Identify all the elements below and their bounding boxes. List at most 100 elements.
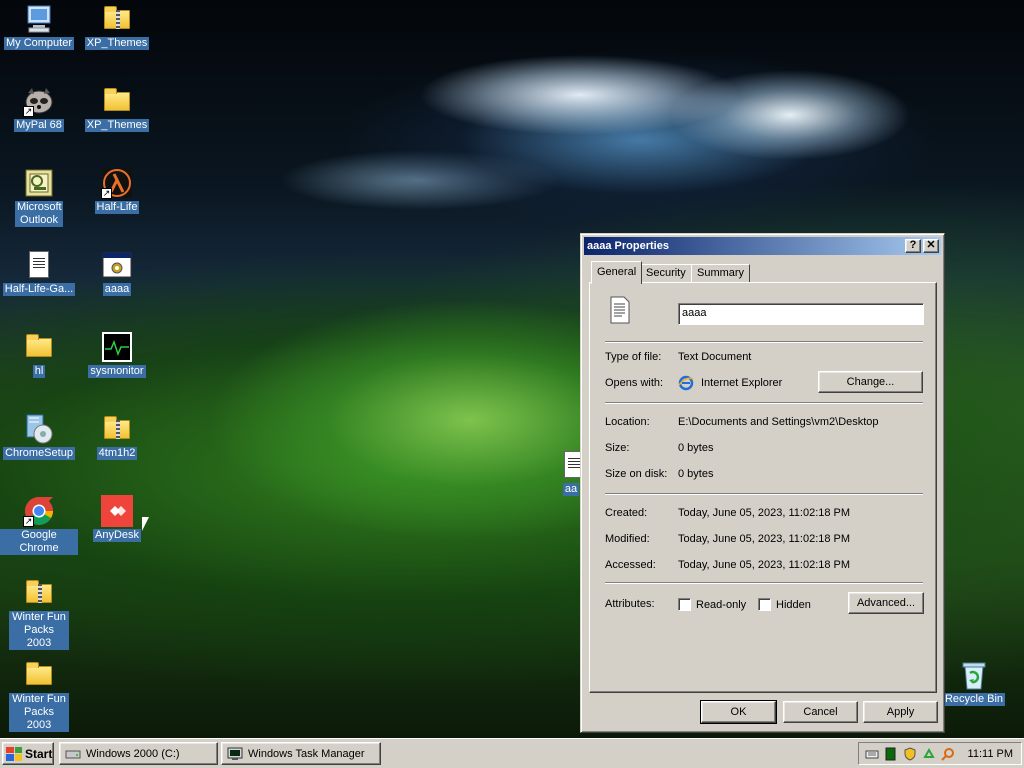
filename-input[interactable]: aaaa <box>678 303 924 325</box>
desktop-icon-winter-fun-folder[interactable]: Winter Fun Packs 2003 <box>0 659 78 732</box>
desktop-icon-4tm1h2[interactable]: 4tm1h2 <box>78 413 156 460</box>
task-manager-icon <box>227 747 243 761</box>
location-value: E:\Documents and Settings\vm2\Desktop <box>678 416 879 428</box>
desktop-icon-half-life[interactable]: ↗ Half-Life <box>78 167 156 214</box>
desktop[interactable]: My Computer ↗ MyPal 68 Microsoft Outlook… <box>0 0 1024 738</box>
type-of-file-label: Type of file: <box>605 351 662 363</box>
zip-folder-icon <box>23 577 55 609</box>
desktop-icon-xp-themes-folder[interactable]: XP_Themes <box>78 85 156 132</box>
ok-button[interactable]: OK <box>700 700 777 724</box>
desktop-icon-label: ChromeSetup <box>3 447 75 460</box>
installer-icon <box>23 413 55 445</box>
keyboard-icon[interactable] <box>865 747 879 761</box>
sysmonitor-icon <box>101 331 133 363</box>
desktop-icon-outlook[interactable]: Microsoft Outlook <box>0 167 78 227</box>
desktop-icon-google-chrome[interactable]: ↗ Google Chrome <box>0 495 78 555</box>
task-windows-2000-drive[interactable]: Windows 2000 (C:) <box>59 742 218 765</box>
dialog-titlebar[interactable]: aaaa Properties ? ✕ <box>584 237 941 255</box>
recycle-tray-icon[interactable] <box>922 747 936 761</box>
hidden-label[interactable]: Hidden <box>776 599 811 611</box>
app-window-icon <box>101 249 133 281</box>
folder-icon <box>23 659 55 691</box>
mypal-raccoon-icon: ↗ <box>23 85 55 117</box>
desktop-icon-hl[interactable]: hl <box>0 331 78 378</box>
desktop-icon-label: My Computer <box>3 37 75 50</box>
chrome-icon: ↗ <box>23 495 55 527</box>
divider <box>605 582 923 584</box>
type-of-file-value: Text Document <box>678 351 752 363</box>
zip-folder-icon <box>101 413 133 445</box>
created-label: Created: <box>605 507 648 519</box>
advanced-button[interactable]: Advanced... <box>848 592 924 614</box>
text-document-icon <box>610 296 630 324</box>
desktop-icon-mypal[interactable]: ↗ MyPal 68 <box>0 85 78 132</box>
half-life-lambda-icon: ↗ <box>101 167 133 199</box>
clock[interactable]: 11:11 PM <box>968 748 1013 760</box>
desktop-icon-aa-partial[interactable]: aa <box>560 449 582 496</box>
windows-logo-icon <box>6 746 22 761</box>
desktop-icon-label: Half-Life <box>94 201 140 214</box>
mouse-cursor-icon <box>142 517 149 531</box>
read-only-label[interactable]: Read-only <box>696 599 746 611</box>
general-panel: aaaa Type of file: Text Document Opens w… <box>589 282 937 693</box>
read-only-checkbox[interactable] <box>678 598 691 611</box>
opens-with-label: Opens with: <box>605 377 664 389</box>
text-document-icon <box>23 249 55 281</box>
desktop-icon-label: Winter Fun Packs 2003 <box>9 611 69 650</box>
desktop-icon-half-life-game[interactable]: Half-Life-Ga... <box>0 249 78 296</box>
desktop-icon-label: aa <box>562 483 580 496</box>
location-label: Location: <box>605 416 650 428</box>
task-windows-task-manager[interactable]: Windows Task Manager <box>221 742 381 765</box>
created-value: Today, June 05, 2023, 11:02:18 PM <box>678 507 851 519</box>
desktop-icon-label: sysmonitor <box>88 365 146 378</box>
close-button[interactable]: ✕ <box>923 239 939 253</box>
accessed-value: Today, June 05, 2023, 11:02:18 PM <box>678 559 851 571</box>
desktop-icon-xp-themes-zip[interactable]: XP_Themes <box>78 3 156 50</box>
dialog-title: aaaa Properties <box>587 240 669 252</box>
help-button[interactable]: ? <box>905 239 921 253</box>
network-monitor-icon[interactable] <box>884 747 898 761</box>
drive-icon <box>65 748 81 760</box>
tab-summary[interactable]: Summary <box>691 264 751 283</box>
anydesk-icon <box>101 495 133 527</box>
accessed-label: Accessed: <box>605 559 656 571</box>
start-label: Start <box>25 746 53 761</box>
apply-button[interactable]: Apply <box>863 701 938 723</box>
divider <box>605 493 923 495</box>
tab-general[interactable]: General <box>591 261 643 284</box>
desktop-icon-winter-fun-zip[interactable]: Winter Fun Packs 2003 <box>0 577 78 650</box>
start-button[interactable]: Start <box>2 742 54 765</box>
desktop-icon-aaaa[interactable]: aaaa <box>78 249 156 296</box>
divider <box>605 402 923 404</box>
attributes-label: Attributes: <box>605 598 655 610</box>
properties-dialog: aaaa Properties ? ✕ General Security Sum… <box>580 233 945 733</box>
change-button[interactable]: Change... <box>818 371 923 393</box>
shortcut-arrow-icon: ↗ <box>23 106 34 117</box>
modified-value: Today, June 05, 2023, 11:02:18 PM <box>678 533 851 545</box>
size-value: 0 bytes <box>678 442 714 454</box>
desktop-icon-label: hl <box>32 365 46 378</box>
desktop-icon-label: MyPal 68 <box>14 119 64 132</box>
modified-label: Modified: <box>605 533 650 545</box>
cancel-button[interactable]: Cancel <box>783 701 858 723</box>
folder-icon <box>101 85 133 117</box>
desktop-icon-recycle-bin[interactable]: Recycle Bin <box>935 659 1013 706</box>
shortcut-arrow-icon: ↗ <box>23 516 34 527</box>
desktop-icon-chromesetup[interactable]: ChromeSetup <box>0 413 78 460</box>
desktop-icon-my-computer[interactable]: My Computer <box>0 3 78 50</box>
taskbar: Start Windows 2000 (C:) Windows Task Man… <box>0 738 1024 768</box>
search-icon[interactable] <box>941 747 955 761</box>
desktop-icon-label: Microsoft Outlook <box>15 201 63 227</box>
internet-explorer-icon <box>678 375 694 391</box>
hidden-checkbox[interactable] <box>758 598 771 611</box>
desktop-icon-sysmonitor[interactable]: sysmonitor <box>78 331 156 378</box>
security-shield-icon[interactable] <box>903 746 917 761</box>
tab-security[interactable]: Security <box>640 264 692 283</box>
shortcut-arrow-icon: ↗ <box>101 188 112 199</box>
outlook-icon <box>23 167 55 199</box>
folder-icon <box>23 331 55 363</box>
desktop-icon-label: Half-Life-Ga... <box>2 283 76 296</box>
size-on-disk-value: 0 bytes <box>678 468 714 480</box>
zip-folder-icon <box>101 3 133 35</box>
text-document-icon <box>560 449 582 481</box>
